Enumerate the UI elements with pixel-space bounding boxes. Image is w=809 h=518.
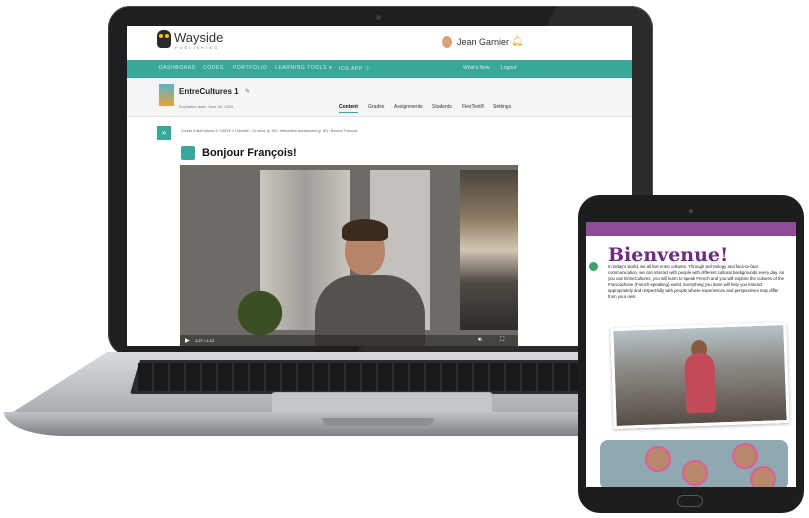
video-person-hair [342,219,388,241]
sidebar-expand-icon[interactable]: » [157,126,171,140]
tab-students[interactable]: Students [432,104,452,110]
video-plant [220,265,300,345]
play-icon[interactable]: ▶ [185,337,190,344]
tablet-heading: Bienvenue! [608,244,729,266]
nav-logout[interactable]: Logout [501,65,516,71]
logo-text[interactable]: Wayside [174,30,223,45]
keyboard-keys [138,363,624,391]
volume-icon[interactable]: 🔊︎ [478,337,482,344]
map-face-2 [682,460,708,486]
trackpad [272,393,492,413]
logo-subtext: PUBLISHING [175,45,220,50]
video-player[interactable]: ▶ 1:27 / 1:13 🔊︎ ⛶ [180,165,518,346]
laptop-screen: Wayside PUBLISHING Jean Garnier 🔔︎ DASHB… [127,26,632,346]
page-title: Bonjour François! [202,147,297,159]
nav-portfolio[interactable]: PORTFOLIO [233,65,267,71]
video-icon [181,146,195,160]
purple-header-band [586,222,796,236]
laptop-camera [376,15,381,20]
owl-logo-icon[interactable] [157,30,171,48]
course-expiration: Expiration date: June 30, 2020 [179,104,234,109]
tab-content[interactable]: Content [339,104,358,113]
nav-learning-tools[interactable]: LEARNING TOOLS ▾ [275,65,332,71]
nav-dashboard[interactable]: DASHBOARD [159,65,196,71]
video-time: 1:27 / 1:13 [195,338,214,343]
video-posters [460,170,518,330]
notification-bell-icon[interactable]: 🔔︎ [511,36,524,47]
user-name[interactable]: Jean Garnier [457,37,509,47]
tab-grades[interactable]: Grades [368,104,384,110]
map-face-3 [732,443,758,469]
tab-assignments[interactable]: Assignments [394,104,423,110]
tablet-body-text: In today's world, we all live entre cult… [608,264,785,299]
nav-ios-app[interactable]: IOS APP ⓘ [339,65,370,72]
course-title: EntreCultures 1 [179,87,239,96]
avatar[interactable] [442,36,452,48]
edit-pencil-icon[interactable]: ✎ [245,88,250,95]
tablet-home-button[interactable] [677,495,703,507]
laptop-notch [322,418,434,426]
map-face-1 [645,446,671,472]
nav-whats-new[interactable]: What's New [463,65,490,71]
photo-person-body [684,352,717,414]
tab-settings[interactable]: Settings [493,104,511,110]
tab-flextext[interactable]: FlexText® [462,104,484,110]
fullscreen-icon[interactable]: ⛶ [500,337,504,344]
nav-codes[interactable]: CODES [203,65,224,71]
tablet-map-panel [600,440,788,487]
tablet-screen: Bienvenue! In today's world, we all live… [586,222,796,487]
course-header [127,78,632,117]
course-thumbnail [159,84,174,106]
breadcrumb[interactable]: Course EntreCultures 1 / UNITÉ 1 L'ident… [181,129,357,133]
tablet-camera [689,209,693,213]
video-controls [180,335,518,346]
map-face-4 [750,466,776,487]
audio-icon[interactable] [589,262,598,271]
tablet-photo [610,321,790,430]
